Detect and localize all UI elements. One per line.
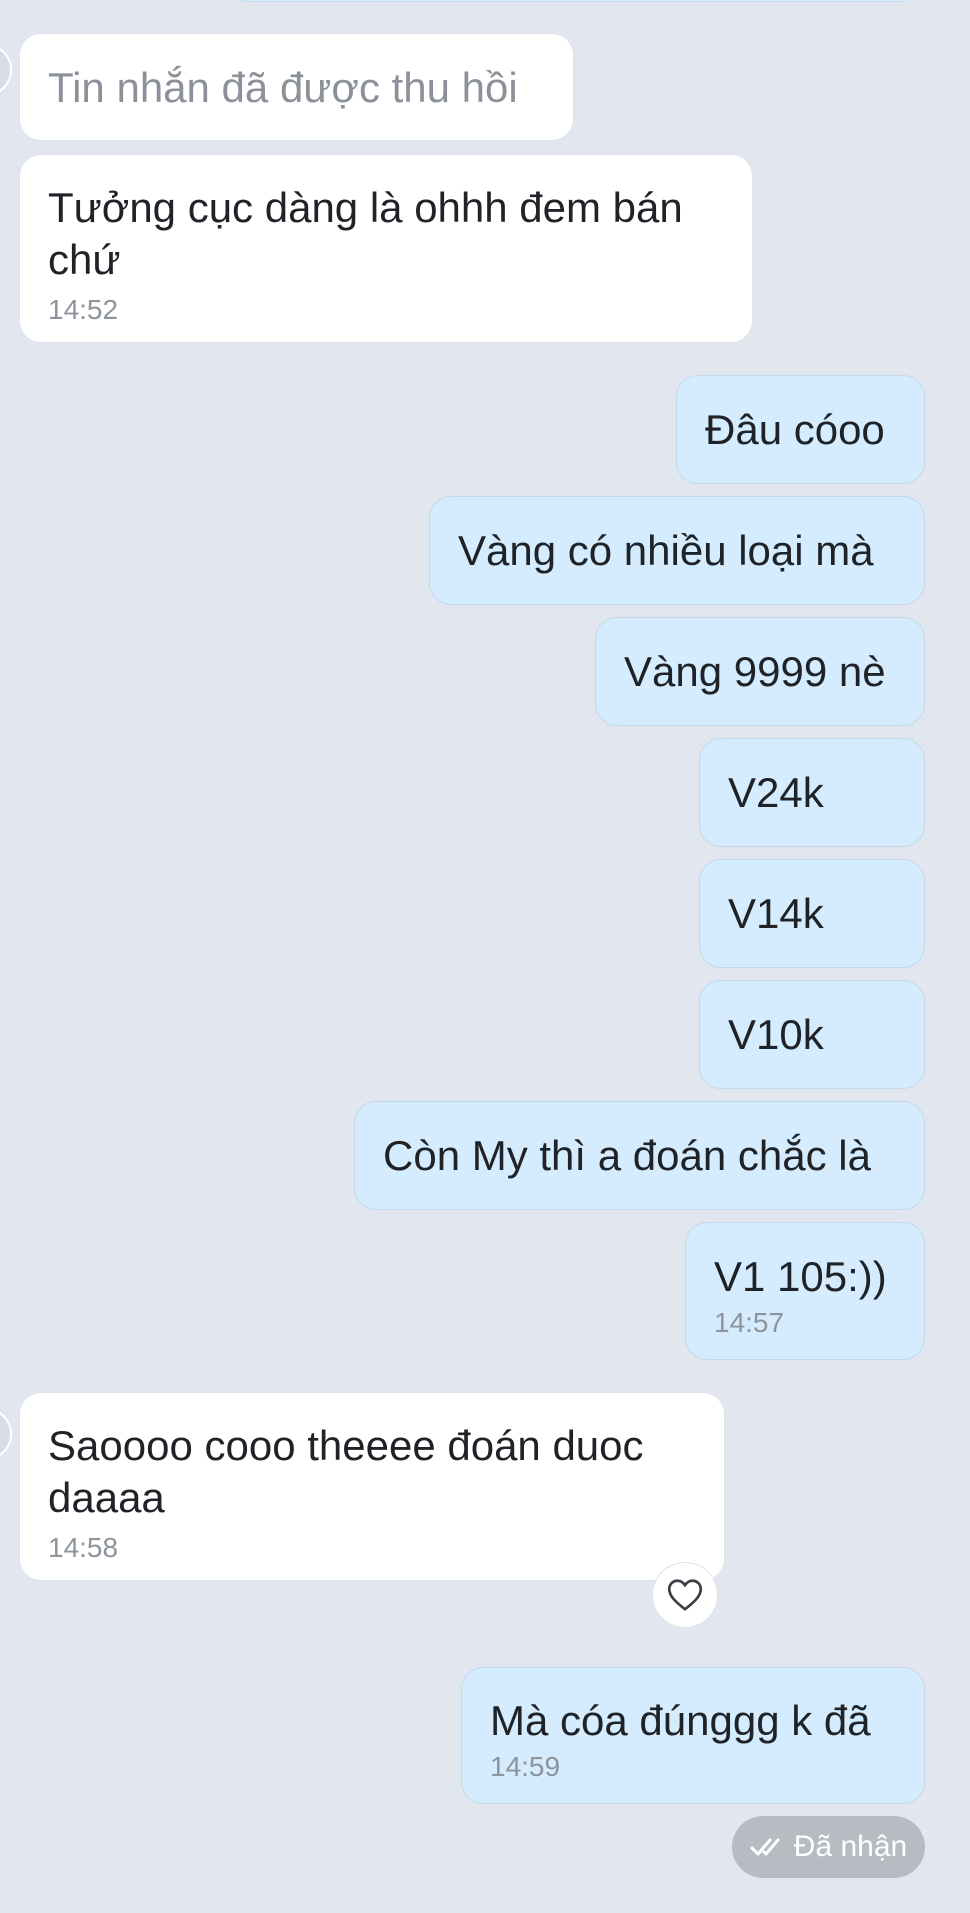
message-text: V14k <box>728 890 824 937</box>
message-incoming[interactable]: Saoooo cooo theeee đoán duoc daaaa 14:58 <box>19 1392 725 1581</box>
previous-message-edge <box>240 0 907 2</box>
message-outgoing[interactable]: V10k <box>699 980 925 1089</box>
message-text: Đâu cóoo <box>705 406 885 453</box>
message-time: 14:58 <box>48 1532 119 1563</box>
message-text: Vàng có nhiều loại mà <box>458 527 874 574</box>
sender-avatar[interactable] <box>0 44 12 96</box>
message-text: Mà cóa đúnggg k đã <box>490 1697 871 1744</box>
message-recalled[interactable]: Tin nhắn đã được thu hồi <box>19 33 574 141</box>
message-text: Saoooo cooo theeee đoán duoc daaaa <box>48 1422 644 1521</box>
message-text: Vàng 9999 nè <box>624 648 886 695</box>
message-outgoing[interactable]: Còn My thì a đoán chắc là <box>354 1101 925 1210</box>
message-time: 14:57 <box>714 1307 785 1338</box>
message-incoming[interactable]: Tưởng cục dàng là ohhh đem bán chứ 14:52 <box>19 154 753 343</box>
message-text: Tin nhắn đã được thu hồi <box>48 64 518 111</box>
message-time: 14:52 <box>48 294 119 325</box>
sender-avatar[interactable] <box>0 1408 12 1460</box>
message-text: Còn My thì a đoán chắc là <box>383 1132 871 1179</box>
message-text: V10k <box>728 1011 824 1058</box>
delivery-status-badge: Đã nhận <box>732 1816 925 1878</box>
double-check-icon <box>750 1838 780 1856</box>
message-text: V1 105:)) <box>714 1253 887 1300</box>
message-outgoing[interactable]: Mà cóa đúnggg k đã 14:59 <box>461 1667 925 1804</box>
reaction-heart-button[interactable] <box>652 1562 718 1628</box>
message-outgoing[interactable]: Đâu cóoo <box>676 375 925 484</box>
message-time: 14:59 <box>490 1751 561 1782</box>
message-outgoing[interactable]: Vàng có nhiều loại mà <box>429 496 925 605</box>
message-text: Tưởng cục dàng là ohhh đem bán chứ <box>48 184 683 283</box>
message-outgoing[interactable]: V24k <box>699 738 925 847</box>
heart-icon <box>667 1579 703 1611</box>
message-text: V24k <box>728 769 824 816</box>
delivery-status-label: Đã nhận <box>793 1830 908 1863</box>
message-outgoing[interactable]: V14k <box>699 859 925 968</box>
message-outgoing[interactable]: V1 105:)) 14:57 <box>685 1222 925 1360</box>
message-outgoing[interactable]: Vàng 9999 nè <box>595 617 925 726</box>
